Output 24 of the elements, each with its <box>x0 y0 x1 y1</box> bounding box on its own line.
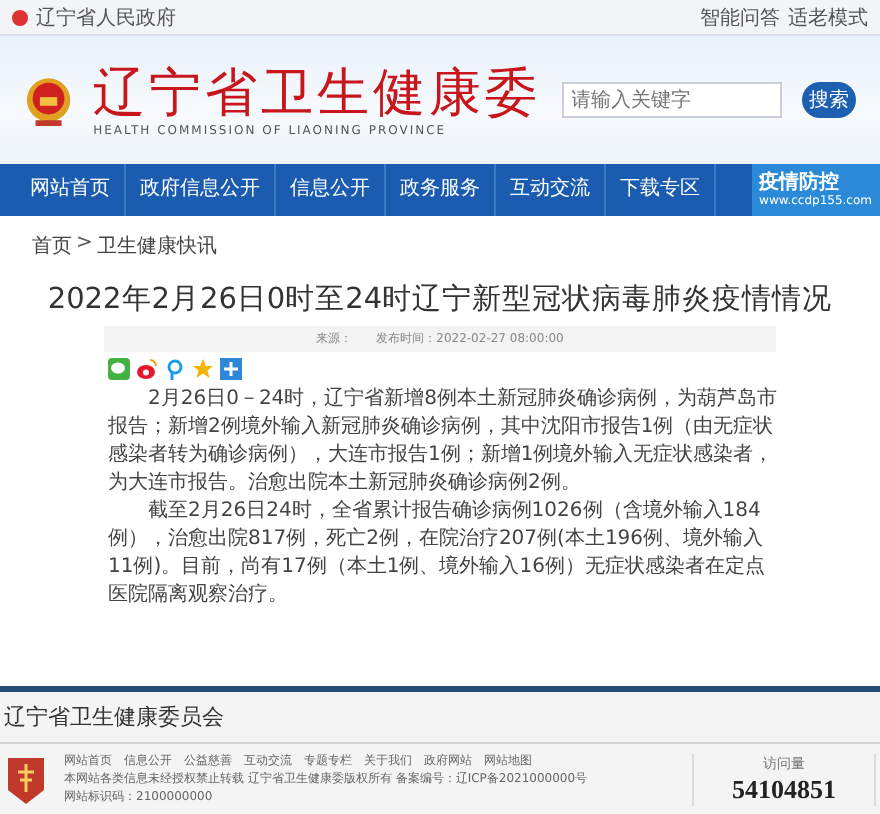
nav-item[interactable]: 互动交流 <box>496 164 606 216</box>
breadcrumb-link[interactable]: 首页 <box>32 232 72 260</box>
site-title: 辽宁省卫生健康委 <box>93 63 542 123</box>
site-link[interactable]: 辽宁省人民政府 <box>36 3 176 31</box>
breadcrumb-separator: > <box>76 232 93 258</box>
nav-item[interactable]: 政府信息公开 <box>126 164 276 216</box>
nav-item[interactable]: 政务服务 <box>386 164 496 216</box>
nav-item[interactable]: 信息公开 <box>276 164 386 216</box>
article-paragraph: 2月26日0－24时，辽宁省新增8例本土新冠肺炎确诊病例，为葫芦岛市报告；新增2例境外输入新冠肺炎确诊病例，其中沈阳市报告1例（由无症状感染者转为确诊病例），大连市报告1例；新增1例境外输入无症状感染者，为大连市报告。治愈出院本土新冠肺炎确诊病例2例。 <box>108 386 780 498</box>
top-link[interactable]: 适老模式 <box>788 3 868 31</box>
search-field[interactable]: 请输入关键字 <box>561 82 782 118</box>
logo-icon <box>4 753 48 805</box>
nav-item[interactable]: 下载专区 <box>606 164 716 216</box>
search-button[interactable]: 搜索 <box>801 82 856 118</box>
article-paragraph: 截至2月26日24时，全省累计报告确诊病例1026例（含境外输入184例），治愈出院817例，死亡2例，在院治疗207例(本土196例、境外输入11例)。目前，尚有17例（本土1例、境外输入16例）无症状感染者在定点医院隔离观察治疗。 <box>108 498 767 610</box>
top-link[interactable]: 智能问答 <box>700 3 780 31</box>
promo-title: 疫情防控 <box>759 171 840 193</box>
footer-title: 辽宁省卫生健康委员会 <box>0 692 880 744</box>
article-title: 2022年2月26日0时至24时辽宁新型冠状病毒肺炎疫情情况 <box>45 281 835 318</box>
visits-count: 54104851 <box>732 773 836 805</box>
plus-icon[interactable] <box>220 358 242 380</box>
star-icon[interactable] <box>192 358 214 380</box>
breadcrumb-link[interactable]: 卫生健康快讯 <box>96 232 217 260</box>
nav-item[interactable]: 网站首页 <box>16 164 126 216</box>
